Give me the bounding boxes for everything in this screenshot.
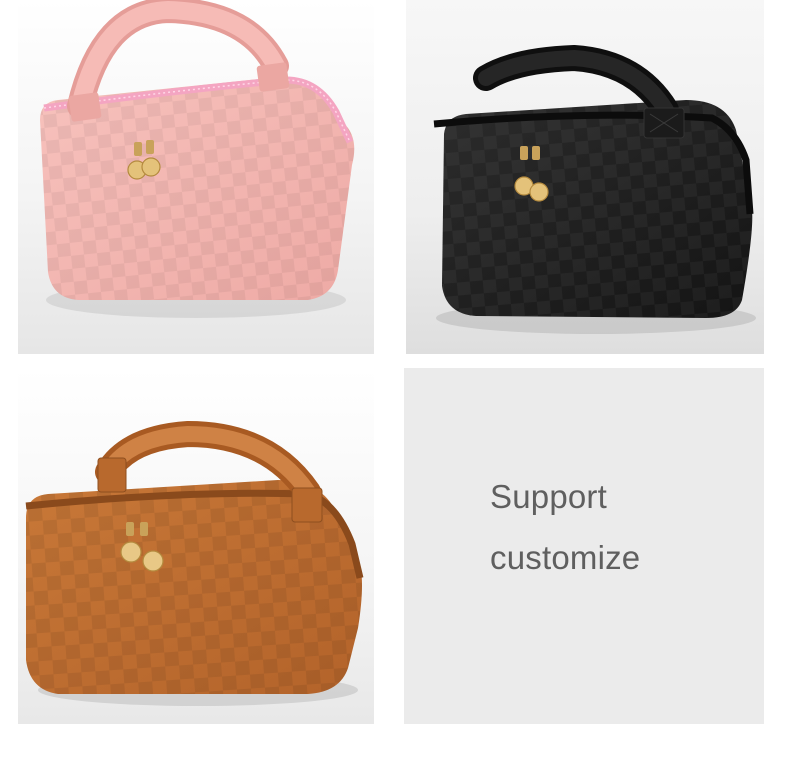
brown-bag-photo bbox=[18, 368, 374, 724]
black-bag-photo bbox=[406, 0, 764, 354]
product-image-brown-bag bbox=[18, 368, 374, 724]
customization-promo-panel: Support customize bbox=[404, 368, 764, 724]
product-image-black-bag bbox=[406, 0, 764, 354]
product-image-pink-bag bbox=[18, 0, 374, 354]
promo-line-customize: customize bbox=[490, 539, 641, 576]
pink-bag-photo bbox=[18, 0, 374, 354]
promo-line-support: Support bbox=[490, 478, 607, 515]
